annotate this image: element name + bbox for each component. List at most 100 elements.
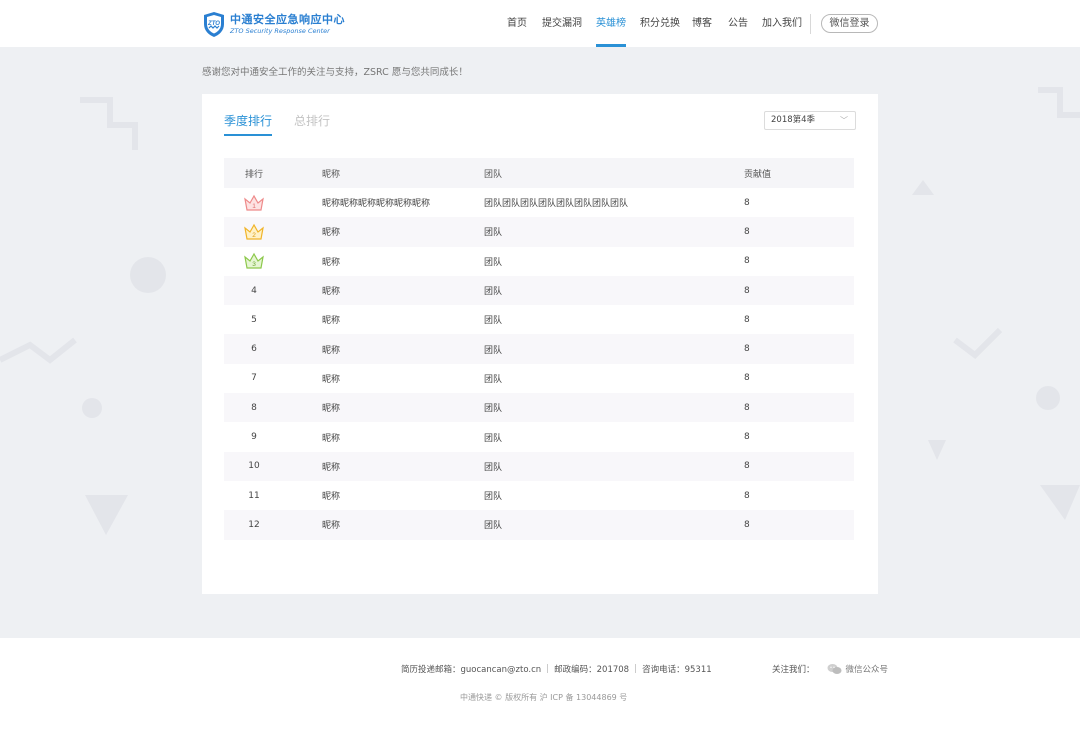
- zto-shield-icon: ZTO: [204, 12, 224, 37]
- team-cell: 团队: [484, 492, 503, 503]
- rank-cell: 2: [224, 223, 284, 241]
- wechat-icon: [827, 664, 842, 674]
- rank-cell: 4: [251, 285, 257, 296]
- score-cell: 8: [744, 490, 750, 501]
- nav-blog[interactable]: 博客: [692, 0, 712, 47]
- nickname-cell: 昵称: [322, 228, 341, 239]
- team-cell: 团队: [484, 345, 503, 356]
- thanks-message: 感谢您对中通安全工作的关注与支持，ZSRC 愿与您共同成长！: [202, 67, 468, 78]
- score-cell: 8: [744, 256, 750, 267]
- score-cell: 8: [744, 432, 750, 443]
- nav-points-exchange[interactable]: 积分兑换: [640, 0, 680, 47]
- table-row: 3 昵称 团队 8: [224, 247, 854, 276]
- table-row: 9 昵称 团队 8: [224, 422, 854, 451]
- crown-red-icon: 1: [244, 194, 264, 211]
- team-cell: 团队: [484, 521, 503, 532]
- team-cell: 团队: [484, 257, 503, 268]
- team-cell: 团队: [484, 228, 503, 239]
- chevron-down-icon: ﹀: [840, 116, 848, 125]
- table-row: 6 昵称 团队 8: [224, 334, 854, 364]
- nickname-cell: 昵称: [322, 374, 341, 385]
- score-cell: 8: [744, 402, 750, 413]
- nav-join-us[interactable]: 加入我们: [762, 0, 802, 47]
- score-cell: 8: [744, 373, 750, 384]
- nickname-cell: 昵称: [322, 492, 341, 503]
- score-cell: 8: [744, 197, 750, 208]
- footer-copyright: 中通快递 © 版权所有 沪 ICP 备 13044869 号: [460, 693, 628, 702]
- nav-divider: [810, 14, 811, 34]
- table-row: 2 昵称 团队 8: [224, 217, 854, 247]
- table-row: 1 昵称昵称昵称昵称昵称昵称 团队团队团队团队团队团队团队团队 8: [224, 188, 854, 217]
- score-cell: 8: [744, 461, 750, 472]
- rank-cell: 11: [248, 490, 260, 501]
- season-select[interactable]: 2018第4季 ﹀: [764, 111, 856, 130]
- follow-us: 关注我们： 微信公众号: [772, 663, 888, 675]
- table-row: 4 昵称 团队 8: [224, 275, 854, 306]
- header-score: 贡献值: [744, 169, 772, 180]
- rank-cell: 12: [248, 519, 260, 530]
- logo-cn-name: 中通安全应急响应中心: [230, 13, 345, 26]
- score-cell: 8: [744, 519, 750, 530]
- rank-cell: 10: [248, 461, 260, 472]
- logo-en-name: ZTO Security Response Center: [230, 27, 330, 35]
- nickname-cell: 昵称: [322, 404, 341, 415]
- team-cell: 团队: [484, 404, 503, 415]
- score-cell: 8: [744, 314, 750, 325]
- follow-label: 关注我们：: [772, 665, 815, 675]
- score-cell: 8: [744, 285, 750, 296]
- team-cell: 团队: [484, 316, 503, 327]
- nav-submit-vuln[interactable]: 提交漏洞: [542, 0, 582, 47]
- leaderboard-table: 排行 昵称 团队 贡献值 1 昵称昵称昵称昵称昵称昵称 团队团队团队团队团队团队…: [224, 158, 854, 540]
- table-header-row: 排行 昵称 团队 贡献值: [224, 158, 854, 188]
- rank-cell: 6: [251, 344, 257, 355]
- crown-rank-number: 2: [252, 232, 256, 239]
- top-header: ZTO 中通安全应急响应中心 ZTO Security Response Cen…: [0, 0, 1080, 47]
- page-footer: 简历投递邮箱：guocancan@zto.cn 邮政编码：201708 咨询电话…: [0, 638, 1080, 751]
- wechat-official-account-link[interactable]: 微信公众号: [827, 663, 889, 675]
- season-select-value: 2018第4季: [771, 115, 816, 125]
- rank-cell: 9: [251, 432, 257, 443]
- nickname-cell: 昵称: [322, 345, 341, 356]
- site-logo[interactable]: ZTO 中通安全应急响应中心 ZTO Security Response Cen…: [202, 11, 345, 38]
- ranking-tabs: 季度排行 总排行: [224, 112, 352, 136]
- wechat-label: 微信公众号: [845, 665, 889, 675]
- footer-divider: [635, 664, 637, 673]
- tab-total-ranking[interactable]: 总排行: [294, 112, 330, 136]
- footer-email[interactable]: 简历投递邮箱：guocancan@zto.cn: [401, 663, 541, 675]
- footer-postcode: 邮政编码：201708: [554, 665, 630, 675]
- crown-gold-icon: 2: [244, 223, 264, 240]
- header-nickname: 昵称: [322, 169, 341, 180]
- crown-rank-number: 3: [252, 261, 256, 268]
- table-row: 11 昵称 团队 8: [224, 481, 854, 510]
- nickname-cell: 昵称: [322, 521, 341, 532]
- nav-home[interactable]: 首页: [507, 0, 527, 47]
- leaderboard-card: 季度排行 总排行 2018第4季 ﹀ 排行 昵称 团队 贡献值 1 昵称昵称昵称…: [202, 94, 878, 594]
- score-cell: 8: [744, 226, 750, 237]
- nickname-cell: 昵称: [322, 433, 341, 444]
- table-row: 5 昵称 团队 8: [224, 305, 854, 334]
- header-rank: 排行: [244, 169, 263, 180]
- nav-hero-board[interactable]: 英雄榜: [596, 0, 626, 47]
- footer-phone: 咨询电话：95311: [642, 665, 712, 675]
- table-row: 7 昵称 团队 8: [224, 364, 854, 393]
- header-team: 团队: [484, 169, 503, 180]
- tab-season-ranking[interactable]: 季度排行: [224, 112, 273, 136]
- nickname-cell: 昵称: [322, 462, 341, 473]
- crown-green-icon: 3: [244, 253, 264, 269]
- team-cell: 团队: [484, 462, 503, 473]
- nickname-cell: 昵称: [322, 257, 341, 268]
- table-row: 12 昵称 团队 8: [224, 510, 854, 540]
- nav-announcement[interactable]: 公告: [728, 0, 748, 47]
- table-row: 10 昵称 团队 8: [224, 451, 854, 481]
- team-cell: 团队: [484, 374, 503, 385]
- wechat-login-button[interactable]: 微信登录: [821, 14, 878, 33]
- table-row: 8 昵称 团队 8: [224, 393, 854, 423]
- crown-rank-number: 1: [252, 203, 256, 210]
- team-cell: 团队: [484, 433, 503, 444]
- rank-cell: 5: [251, 314, 257, 325]
- team-cell: 团队团队团队团队团队团队团队团队: [484, 199, 629, 210]
- team-cell: 团队: [484, 287, 503, 298]
- footer-contact: 简历投递邮箱：guocancan@zto.cn 邮政编码：201708 咨询电话…: [401, 663, 712, 675]
- score-cell: 8: [744, 344, 750, 355]
- footer-divider: [547, 664, 549, 673]
